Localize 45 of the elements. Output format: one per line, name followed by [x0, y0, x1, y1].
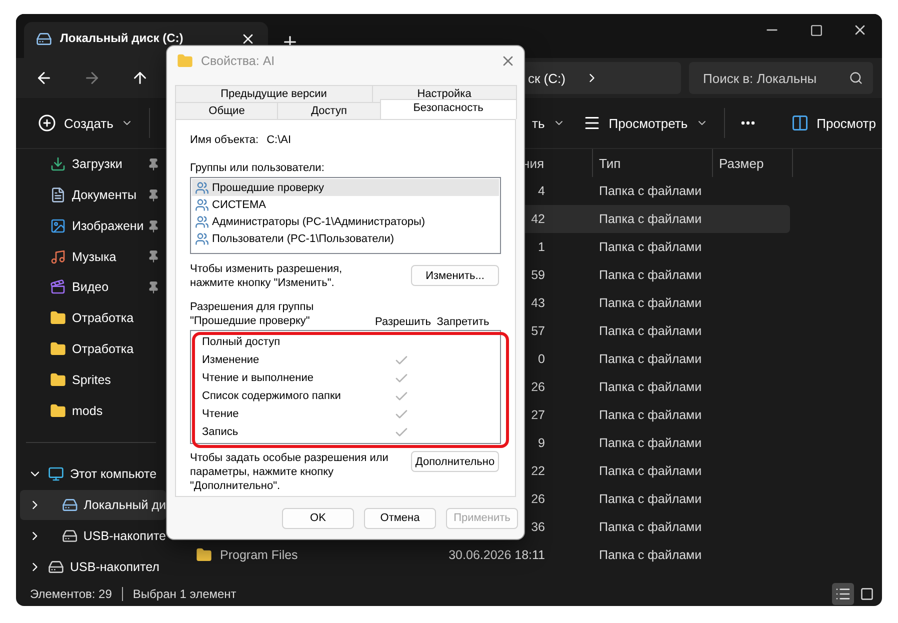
- selection-count: Выбран 1 элемент: [132, 587, 236, 601]
- date-text: 27: [531, 408, 546, 422]
- field-value: C:\AI: [266, 134, 292, 146]
- date-text: 1: [538, 240, 546, 254]
- type-text: Папка с файлами: [598, 408, 703, 422]
- hint-text: Чтобы изменить разрешения, нажмите кнопку "Изменить".: [190, 262, 344, 290]
- date-text: 26: [531, 380, 546, 394]
- date-text: 59: [531, 268, 546, 282]
- type-text: Папка с файлами: [598, 520, 703, 534]
- date-text: 22: [531, 464, 546, 478]
- type-text: Папка с файлами: [598, 240, 703, 254]
- date-text: 42: [531, 212, 546, 226]
- permission-name: Полный доступ: [202, 336, 282, 348]
- permission-name: Список содержимого папки: [202, 390, 342, 402]
- date-text: 57: [531, 324, 546, 338]
- type-text: Папка с файлами: [598, 380, 703, 394]
- column-header: Разрешить: [374, 316, 432, 328]
- type-text: Папка с файлами: [598, 464, 703, 478]
- date-text: 30.06.2026 18:11: [448, 548, 546, 562]
- date-text: 26: [531, 492, 546, 506]
- type-text: Папка с файлами: [598, 436, 703, 450]
- file-name: Program Files: [220, 548, 298, 562]
- date-text: 43: [531, 296, 546, 310]
- section-label: Разрешения для группы "Прошедшие проверку": [190, 300, 315, 328]
- date-text: 9: [538, 436, 546, 450]
- type-text: Папка с файлами: [598, 352, 703, 366]
- permission-name: Запись: [202, 426, 240, 438]
- column-header: Запретить: [436, 316, 490, 328]
- permission-name: Чтение и выполнение: [202, 372, 314, 384]
- permission-name: Изменение: [202, 354, 260, 366]
- type-text: Папка с файлами: [598, 268, 703, 282]
- hint-text: Чтобы задать особые разрешения или параметры, нажмите кнопку "Дополнительно".: [190, 451, 390, 493]
- date-text: 0: [538, 352, 546, 366]
- item-count: Элементов: 29: [30, 587, 112, 601]
- type-text: Папка с файлами: [598, 296, 703, 310]
- type-text: Папка с файлами: [598, 492, 703, 506]
- field-label: Имя объекта:: [190, 134, 259, 146]
- permission-name: Чтение: [202, 408, 240, 420]
- type-text: Папка с файлами: [598, 548, 703, 562]
- type-text: Папка с файлами: [598, 212, 703, 226]
- date-text: 4: [538, 184, 546, 198]
- date-text: 36: [531, 520, 546, 534]
- type-text: Папка с файлами: [598, 324, 703, 338]
- section-label: Группы или пользователи:: [190, 162, 326, 174]
- type-text: Папка с файлами: [598, 184, 703, 198]
